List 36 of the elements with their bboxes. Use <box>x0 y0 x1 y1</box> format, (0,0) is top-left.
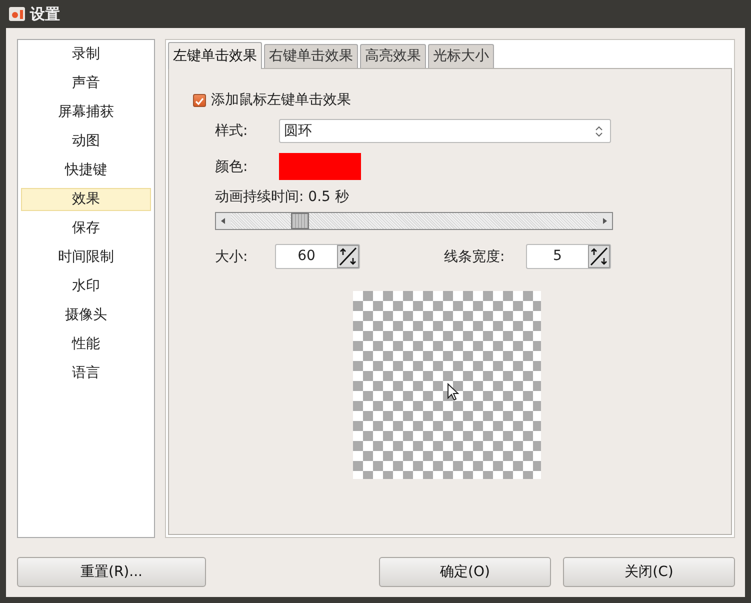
sidebar-item[interactable]: 录制 <box>21 43 151 66</box>
color-swatch[interactable] <box>279 153 361 180</box>
field-label: 大小: <box>215 248 249 266</box>
duration-slider[interactable] <box>215 212 613 230</box>
tab[interactable]: 高亮效果 <box>360 44 426 68</box>
dialog-button[interactable]: 关闭(C) <box>563 557 735 587</box>
dialog-button[interactable]: 确定(O) <box>379 557 551 587</box>
sidebar-item[interactable]: 效果 <box>21 188 151 211</box>
checkbox[interactable] <box>193 94 206 106</box>
style-dropdown[interactable]: 圆环 <box>279 119 611 143</box>
checkbox-label: 添加鼠标左键单击效果 <box>211 91 351 109</box>
tab[interactable]: 左键单击效果 <box>168 42 262 69</box>
field-label: 颜色: <box>215 158 249 176</box>
sidebar-item[interactable]: 快捷键 <box>21 159 151 182</box>
duration-label: 动画持续时间: 0.5 秒 <box>215 188 350 206</box>
number-value: 60 <box>296 247 316 266</box>
app-logo-icon <box>8 5 26 23</box>
sidebar-item[interactable]: 保存 <box>21 217 151 240</box>
slider-thumb[interactable] <box>290 213 309 229</box>
sidebar-item[interactable]: 摄像头 <box>21 304 151 327</box>
sidebar-item[interactable]: 水印 <box>21 275 151 298</box>
sidebar-item[interactable]: 时间限制 <box>21 246 151 269</box>
sidebar-item[interactable]: 声音 <box>21 72 151 95</box>
field-label: 线条宽度: <box>444 248 506 266</box>
field-label: 样式: <box>215 122 249 140</box>
number-value: 5 <box>552 247 563 266</box>
sidebar-item[interactable]: 语言 <box>21 362 151 385</box>
dialog-button[interactable]: 重置(R)... <box>17 557 206 587</box>
tab[interactable]: 光标大小 <box>428 44 494 68</box>
sidebar-item[interactable]: 屏幕捕获 <box>21 101 151 124</box>
window-title: 设置 <box>30 4 60 24</box>
spin-arrows-icon[interactable] <box>337 245 359 268</box>
tab[interactable]: 右键单击效果 <box>264 44 358 68</box>
sidebar-item[interactable]: 动图 <box>21 130 151 153</box>
sidebar-item[interactable]: 性能 <box>21 333 151 356</box>
spin-arrows-icon[interactable] <box>588 245 610 268</box>
